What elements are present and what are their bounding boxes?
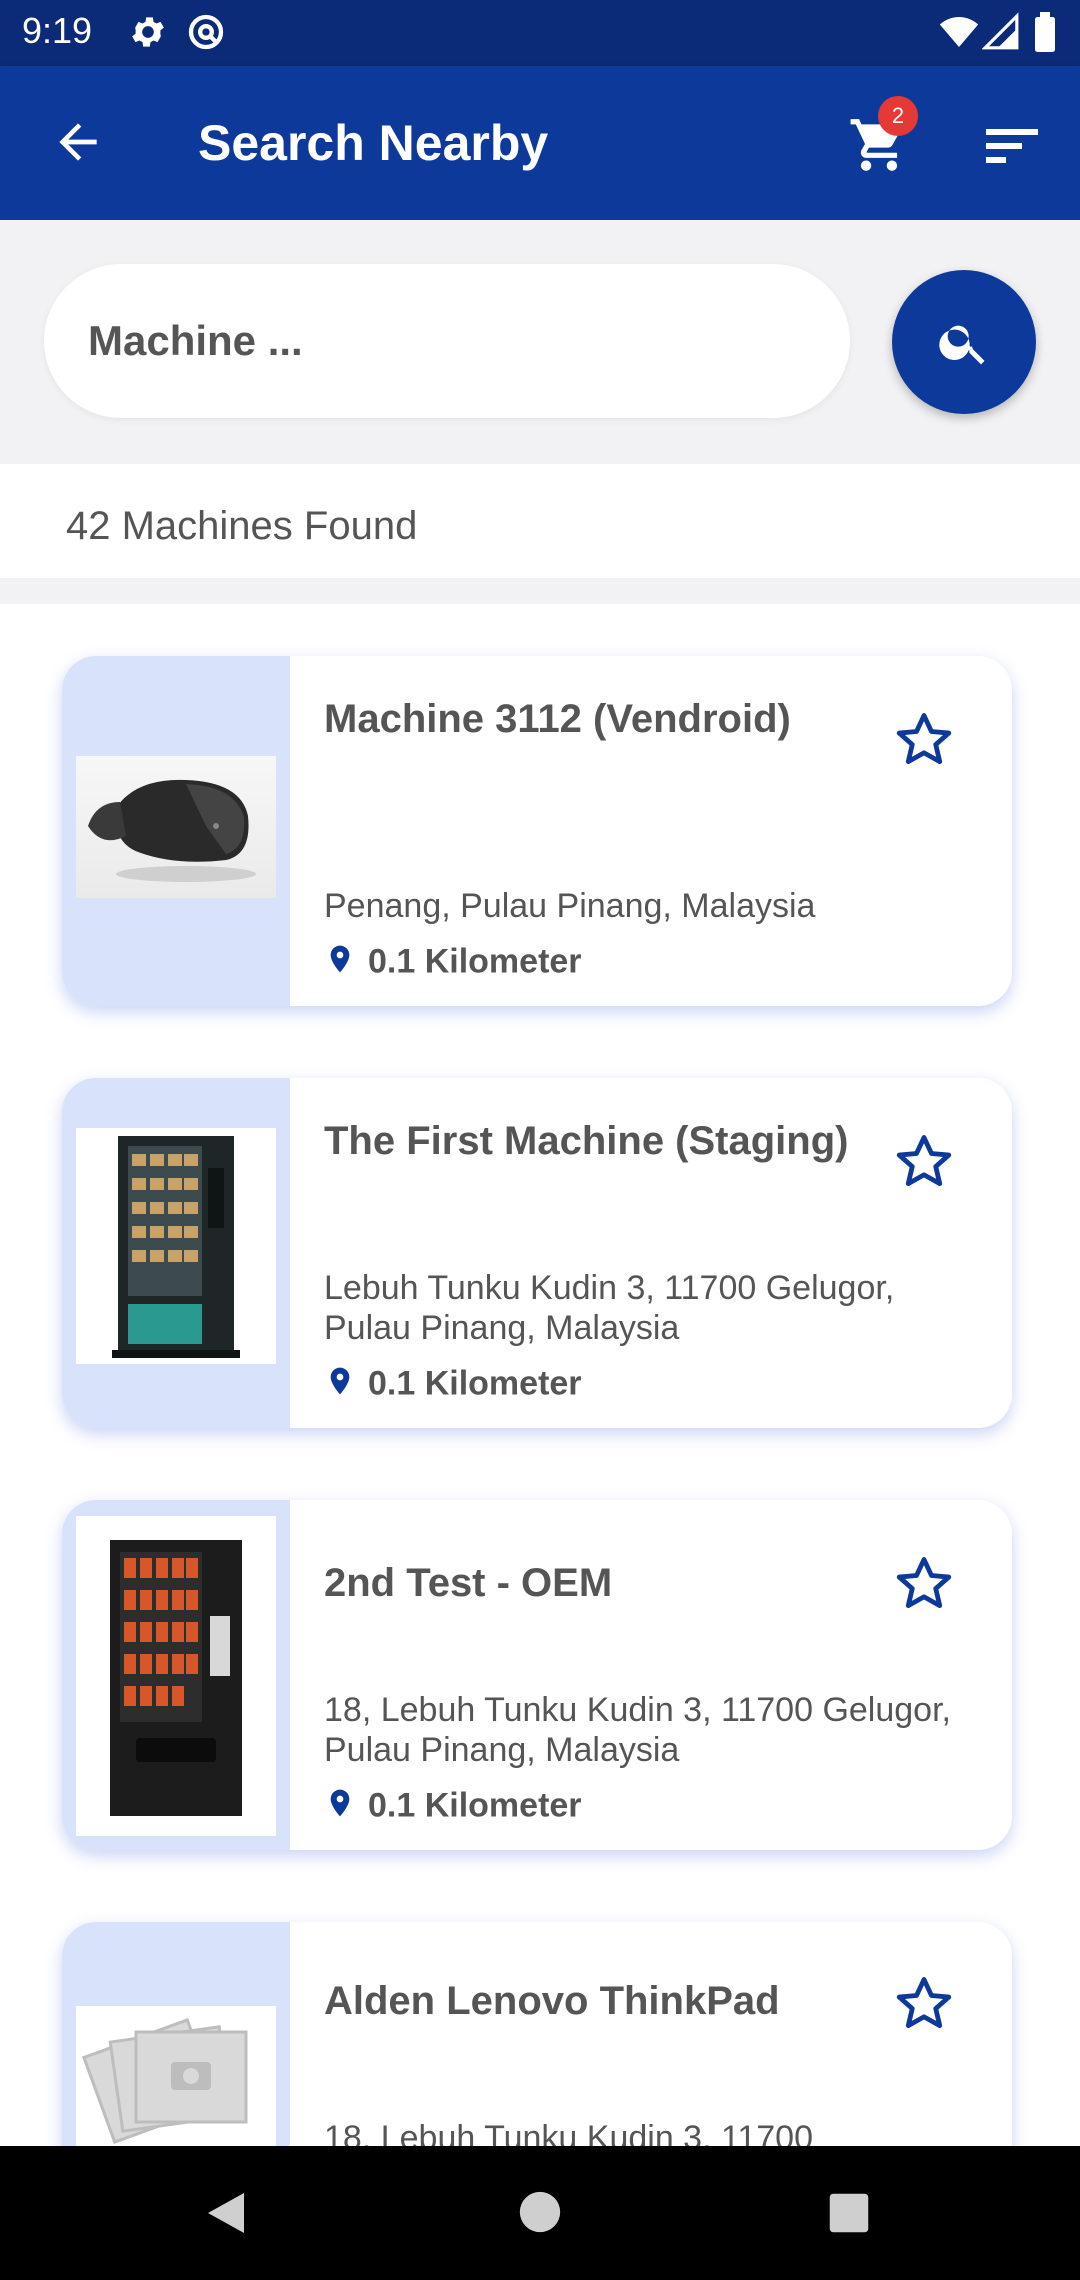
search-area — [0, 220, 1080, 464]
system-navigation-bar — [0, 2146, 1080, 2280]
distance-text: 0.1 Kilometer — [368, 1364, 582, 1403]
settings-icon — [128, 12, 168, 57]
location-pin-icon — [324, 1784, 356, 1831]
snack-vending-machine-image — [76, 1516, 276, 1836]
machine-distance: 0.1 Kilometer — [324, 940, 582, 987]
machine-card[interactable]: Machine 3112 (Vendroid) Penang, Pulau Pi… — [62, 656, 1012, 1006]
machine-address: Penang, Pulau Pinang, Malaysia — [324, 887, 816, 925]
machine-name: 2nd Test - OEM — [324, 1561, 613, 1605]
results-summary: 42 Machines Found — [0, 464, 1080, 578]
wifi-icon — [938, 12, 980, 57]
machine-name: Machine 3112 (Vendroid) — [324, 697, 791, 741]
home-nav-icon[interactable] — [518, 2190, 562, 2239]
search-input[interactable] — [44, 264, 850, 418]
vending-machine-image — [76, 1128, 276, 1364]
machine-card[interactable]: Alden Lenovo ThinkPad 18, Lebuh Tunku Ku… — [62, 1922, 1012, 2146]
distance-text: 0.1 Kilometer — [368, 942, 582, 981]
data-saver-icon — [186, 12, 226, 57]
machine-address: Lebuh Tunku Kudin 3, 11700 Gelugor, Pula… — [324, 1269, 895, 1347]
location-pin-icon — [324, 940, 356, 987]
favorite-star-icon[interactable] — [892, 1972, 956, 2041]
sort-menu-icon[interactable] — [984, 120, 1040, 175]
favorite-star-icon[interactable] — [892, 1552, 956, 1621]
results-count: 42 Machines Found — [66, 504, 418, 548]
machine-name: The First Machine (Staging) — [324, 1119, 849, 1163]
machine-list: Machine 3112 (Vendroid) Penang, Pulau Pi… — [0, 604, 1080, 2146]
machine-address: 18, Lebuh Tunku Kudin 3, 11700 Gelugor, … — [324, 1691, 951, 1769]
machine-distance: 0.1 Kilometer — [324, 1362, 582, 1409]
divider — [0, 578, 1080, 604]
vr-headset-image — [76, 756, 276, 898]
page-title: Search Nearby — [198, 115, 549, 171]
cart-count-badge: 2 — [878, 96, 918, 136]
distance-text: 0.1 Kilometer — [368, 1786, 582, 1825]
back-nav-icon[interactable] — [204, 2188, 248, 2243]
battery-icon — [1032, 12, 1058, 57]
favorite-star-icon[interactable] — [892, 708, 956, 777]
app-bar: Search Nearby 2 — [0, 66, 1080, 220]
machine-card[interactable]: The First Machine (Staging) Lebuh Tunku … — [62, 1078, 1012, 1428]
machine-thumbnail — [62, 1922, 290, 2146]
machine-card[interactable]: 2nd Test - OEM 18, Lebuh Tunku Kudin 3, … — [62, 1500, 1012, 1850]
machine-address: 18, Lebuh Tunku Kudin 3, 11700 — [324, 2119, 813, 2146]
status-bar: 9:19 — [0, 0, 1080, 66]
no-image-placeholder — [76, 2006, 276, 2146]
machine-name: Alden Lenovo ThinkPad — [324, 1979, 780, 2023]
status-time: 9:19 — [22, 10, 93, 51]
machine-thumbnail — [62, 656, 290, 1006]
machine-thumbnail — [62, 1500, 290, 1850]
search-button[interactable] — [892, 270, 1036, 414]
machine-thumbnail — [62, 1078, 290, 1428]
machine-distance: 0.1 Kilometer — [324, 1784, 582, 1831]
recents-nav-icon[interactable] — [828, 2192, 870, 2239]
location-pin-icon — [324, 1362, 356, 1409]
favorite-star-icon[interactable] — [892, 1130, 956, 1199]
cell-signal-icon — [981, 12, 1020, 57]
back-arrow-icon[interactable] — [50, 114, 106, 175]
search-icon — [936, 314, 992, 375]
